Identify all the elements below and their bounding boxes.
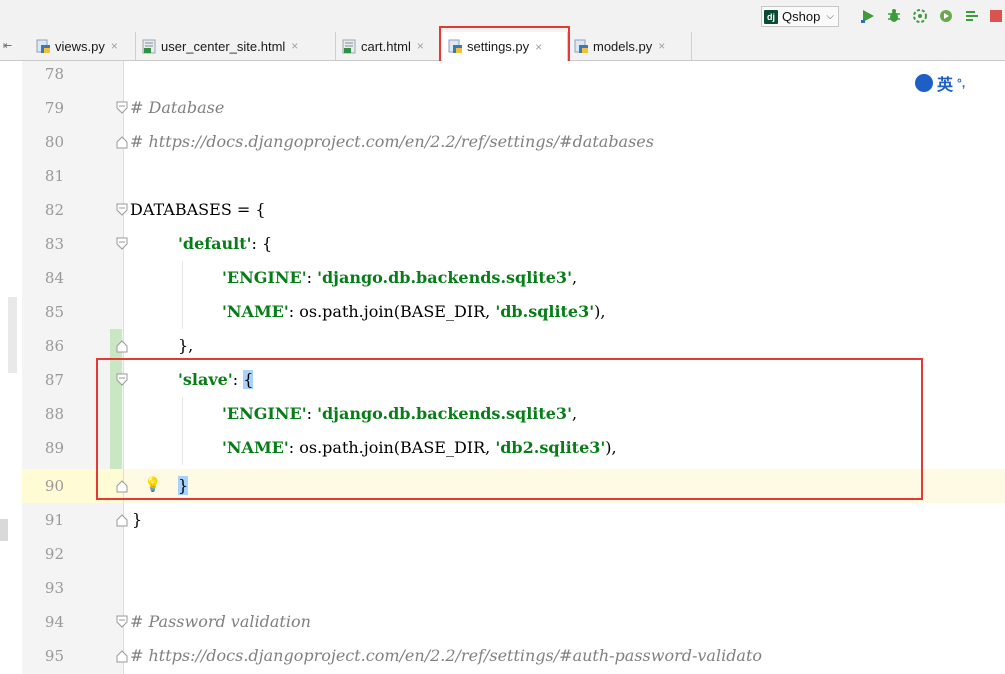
close-tab-icon[interactable]: × (658, 39, 665, 53)
tab-user-center-site-html[interactable]: user_center_site.html × (136, 32, 336, 60)
stop-icon[interactable] (988, 8, 1004, 24)
line-number: 94 (44, 613, 64, 631)
code-comment: # https://docs.djangoproject.com/en/2.2/… (130, 132, 654, 151)
scroll-marker (0, 519, 8, 541)
line-number: 81 (44, 167, 64, 185)
line-number: 95 (44, 647, 64, 665)
tab-models-py[interactable]: models.py × (568, 32, 692, 60)
slave-database-highlight (96, 358, 923, 500)
indent-guide (182, 261, 183, 329)
fold-start-icon[interactable] (116, 615, 128, 629)
fold-end-icon[interactable] (116, 513, 128, 527)
line-number: 86 (44, 337, 64, 355)
run-configuration-select[interactable]: dj Qshop ⌵ (761, 6, 839, 27)
tab-cart-html[interactable]: cart.html × (336, 32, 440, 60)
ime-language-label: 英 (937, 77, 954, 94)
code-line: 'default': { (178, 227, 272, 261)
debug-icon[interactable] (886, 8, 902, 24)
ime-punct-label: °, (957, 76, 966, 90)
string-literal: 'NAME' (222, 302, 289, 321)
line-number: 83 (44, 235, 64, 253)
html-file-icon (142, 39, 156, 53)
close-tab-icon[interactable]: × (291, 39, 298, 53)
code-comment: # https://docs.djangoproject.com/en/2.2/… (130, 646, 763, 665)
fold-start-icon[interactable] (116, 203, 128, 217)
line-number: 80 (44, 133, 64, 151)
tab-views-py[interactable]: views.py × (30, 32, 136, 60)
fold-end-icon[interactable] (116, 339, 128, 353)
code-text: ), (594, 302, 606, 321)
ime-logo-icon (915, 74, 933, 92)
chevron-down-icon: ⌵ (826, 11, 834, 22)
profile-icon[interactable] (938, 8, 954, 24)
code-text: : { (251, 234, 273, 253)
code-comment: # Database (130, 98, 225, 117)
fold-start-icon[interactable] (116, 237, 128, 251)
code-text: : os.path.join(BASE_DIR, (288, 302, 496, 321)
html-file-icon (342, 39, 356, 53)
line-number: 92 (44, 545, 64, 563)
tab-label: views.py (55, 38, 105, 54)
line-number: 88 (44, 405, 64, 423)
python-file-icon (36, 39, 50, 53)
python-file-icon (574, 39, 588, 53)
tab-label: models.py (593, 38, 653, 54)
code-text: : (306, 268, 318, 287)
fold-start-icon[interactable] (116, 101, 128, 115)
ime-indicator[interactable]: 英 °, (915, 71, 965, 95)
string-literal: 'ENGINE' (222, 268, 307, 287)
string-literal: 'django.db.backends.sqlite3' (317, 268, 572, 287)
django-icon: dj (764, 9, 778, 24)
code-comment: # Password validation (130, 612, 311, 631)
line-number: 82 (44, 201, 64, 219)
line-number: 84 (44, 269, 64, 287)
scroll-marker (8, 297, 17, 373)
tab-label: user_center_site.html (161, 38, 286, 54)
line-number: 85 (44, 303, 64, 321)
line-number: 78 (44, 65, 64, 83)
string-literal: 'db.sqlite3' (495, 302, 595, 321)
close-tab-icon[interactable]: × (417, 39, 424, 53)
run-with-coverage-icon[interactable] (912, 8, 928, 24)
run-configuration-label: Qshop (782, 9, 821, 24)
line-number: 89 (44, 439, 64, 457)
fold-end-icon[interactable] (116, 135, 128, 149)
string-literal: 'default' (178, 234, 252, 253)
fold-end-icon[interactable] (116, 649, 128, 663)
code-line: 'ENGINE': 'django.db.backends.sqlite3', (222, 261, 577, 295)
code-line: 'NAME': os.path.join(BASE_DIR, 'db.sqlit… (222, 295, 605, 329)
close-tab-icon[interactable]: × (111, 39, 118, 53)
line-number: 87 (44, 371, 64, 389)
tab-scroll-left-icon[interactable]: ⇤ (3, 39, 12, 52)
code-text: , (571, 268, 578, 287)
line-number: 91 (44, 511, 64, 529)
line-number: 79 (44, 99, 64, 117)
line-number: 93 (44, 579, 64, 597)
tab-label: cart.html (361, 38, 411, 54)
line-number: 90 (44, 477, 64, 495)
concurrency-diagram-icon[interactable] (964, 8, 980, 24)
code-line: } (132, 510, 143, 529)
code-line: DATABASES = { (130, 200, 266, 219)
run-icon[interactable] (860, 8, 876, 24)
